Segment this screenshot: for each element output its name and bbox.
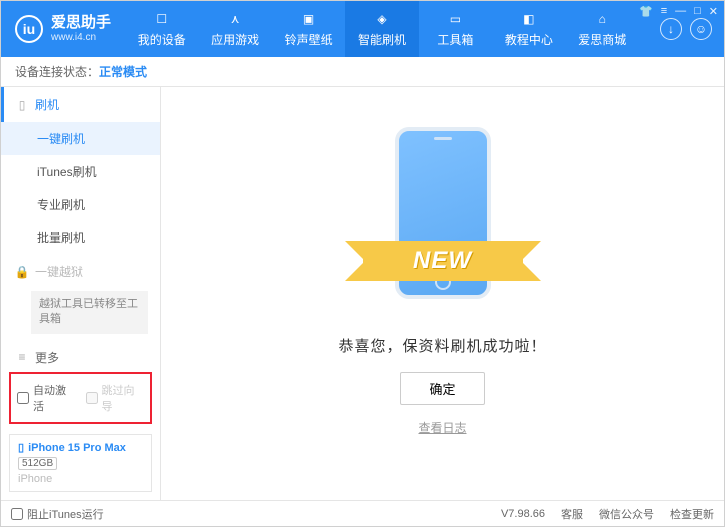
nav-tutorial[interactable]: ◧教程中心 [492,1,565,57]
lock-icon: 🔒 [15,265,29,279]
logo-icon: iu [15,15,43,43]
tutorial-icon: ◧ [520,10,538,28]
nav-my-device[interactable]: ☐我的设备 [125,1,198,57]
minimize-icon[interactable]: — [675,5,686,17]
section-more[interactable]: ≡ 更多 [1,340,160,368]
app-name: 爱思助手 [51,15,111,32]
new-ribbon: NEW [363,241,523,281]
flash-icon: ◈ [373,10,391,28]
phone-small-icon: ▯ [18,441,24,454]
section-flash[interactable]: ▯ 刷机 [1,87,160,122]
wechat-link[interactable]: 微信公众号 [599,506,654,522]
status-bar: 设备连接状态： 正常模式 [1,57,724,87]
ok-button[interactable]: 确定 [400,372,484,405]
nav-ring[interactable]: ▣铃声壁纸 [272,1,345,57]
success-illustration: ✦ ✧ NEW [368,127,518,317]
logo-area: iu 爱思助手 www.i4.cn [1,1,125,57]
close-icon[interactable]: ✕ [709,5,718,18]
app-url: www.i4.cn [51,32,111,43]
sidebar-item-batch[interactable]: 批量刷机 [1,221,160,254]
sidebar-item-oneclick[interactable]: 一键刷机 [1,122,160,155]
nav-toolbox[interactable]: ▭工具箱 [419,1,492,57]
window-controls: 👕 ≡ — □ ✕ [639,1,724,18]
main-content: ✦ ✧ NEW 恭喜您，保资料刷机成功啦！ 确定 查看日志 [161,87,724,500]
jailbreak-tip: 越狱工具已转移至工具箱 [31,291,148,334]
apps-icon: ⋏ [226,10,244,28]
view-log-link[interactable]: 查看日志 [418,419,466,436]
sidebar: ▯ 刷机 一键刷机 iTunes刷机 专业刷机 批量刷机 🔒 一键越狱 越狱工具… [1,87,161,500]
status-label: 设备连接状态： [15,63,99,80]
device-type: iPhone [18,473,143,485]
maximize-icon[interactable]: □ [694,5,701,17]
update-link[interactable]: 检查更新 [670,506,714,522]
device-info: ▯iPhone 15 Pro Max 512GB iPhone [9,434,152,492]
sidebar-item-itunes[interactable]: iTunes刷机 [1,155,160,188]
phone-icon: ▯ [15,98,29,112]
sidebar-item-pro[interactable]: 专业刷机 [1,188,160,221]
device-icon: ☐ [153,10,171,28]
status-value: 正常模式 [99,63,147,80]
checkbox-auto-activate[interactable]: 自动激活 [17,382,76,414]
success-message: 恭喜您，保资料刷机成功啦！ [338,335,546,356]
checkbox-skip-guide[interactable]: 跳过向导 [86,382,145,414]
options-highlight: 自动激活 跳过向导 [9,372,152,424]
device-name: ▯iPhone 15 Pro Max [18,441,143,454]
nav-flash[interactable]: ◈智能刷机 [345,1,418,57]
nav-store[interactable]: ⌂爱思商城 [566,1,639,57]
checkbox-block-itunes[interactable]: 阻止iTunes运行 [11,506,104,522]
menu-icon[interactable]: ≡ [661,5,667,17]
ring-icon: ▣ [300,10,318,28]
app-header: iu 爱思助手 www.i4.cn ☐我的设备 ⋏应用游戏 ▣铃声壁纸 ◈智能刷… [1,1,724,57]
user-button[interactable]: ☺ [690,18,712,40]
main-nav: ☐我的设备 ⋏应用游戏 ▣铃声壁纸 ◈智能刷机 ▭工具箱 ◧教程中心 ⌂爱思商城 [125,1,639,57]
service-link[interactable]: 客服 [561,506,583,522]
footer: 阻止iTunes运行 V7.98.66 客服 微信公众号 检查更新 [1,500,724,526]
tshirt-icon[interactable]: 👕 [639,5,653,18]
store-icon: ⌂ [593,10,611,28]
toolbox-icon: ▭ [446,10,464,28]
version-label: V7.98.66 [501,508,545,520]
more-icon: ≡ [15,350,29,364]
download-button[interactable]: ↓ [660,18,682,40]
section-jailbreak[interactable]: 🔒 一键越狱 [1,254,160,289]
nav-apps[interactable]: ⋏应用游戏 [198,1,271,57]
device-storage: 512GB [18,457,57,470]
